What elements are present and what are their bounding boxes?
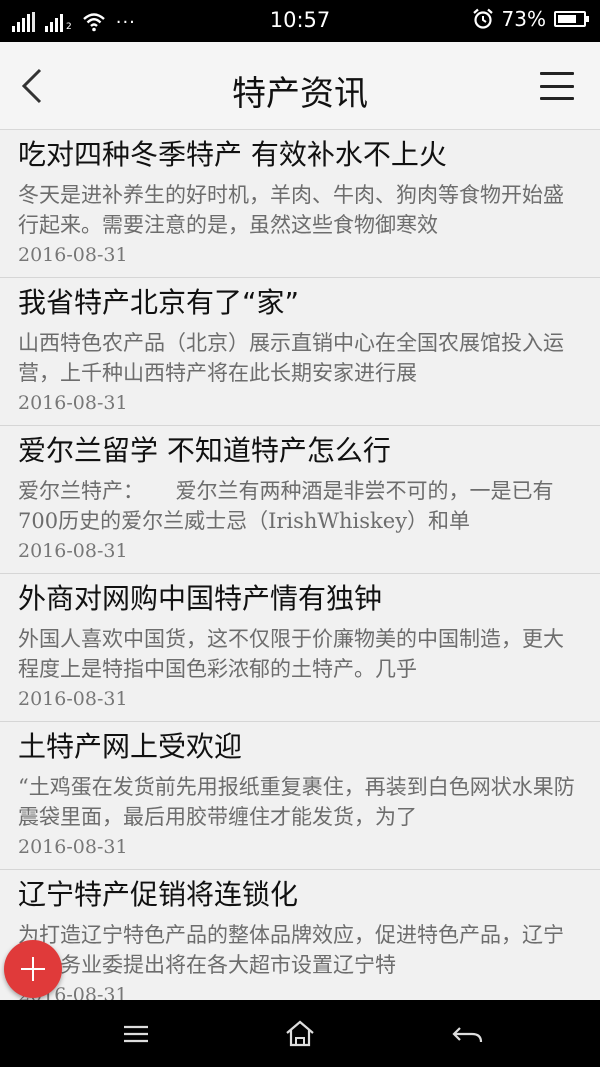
article-list[interactable]: 吃对四种冬季特产 有效补水不上火 冬天是进补养生的好时机，羊肉、牛肉、狗肉等食物… (0, 130, 600, 1000)
add-button[interactable] (4, 940, 62, 998)
list-item[interactable]: 土特产网上受欢迎 “土鸡蛋在发货前先用报纸重复裹住，再装到白色网状水果防震袋里面… (0, 722, 600, 870)
article-title: 爱尔兰留学 不知道特产怎么行 (18, 434, 391, 467)
recent-apps-icon[interactable] (116, 1018, 156, 1050)
hamburger-menu-icon[interactable] (540, 72, 574, 100)
list-item[interactable]: 吃对四种冬季特产 有效补水不上火 冬天是进补养生的好时机，羊肉、牛肉、狗肉等食物… (0, 130, 600, 278)
article-summary: 爱尔兰特产： 爱尔兰有两种酒是非尝不可的，一是已有700历史的爱尔兰威士忌（Ir… (18, 479, 554, 533)
article-title: 吃对四种冬季特产 有效补水不上火 (18, 138, 447, 171)
article-summary: 为打造辽宁特色产品的整体品牌效应，促进特色产品，辽宁省服务业委提出将在各大超市设… (18, 923, 564, 977)
article-title: 外商对网购中国特产情有独钟 (18, 582, 383, 615)
article-date: 2016-08-31 (18, 836, 128, 858)
battery-icon (554, 11, 589, 27)
page-title: 特产资讯 (232, 74, 368, 114)
list-item[interactable]: 辽宁特产促销将连锁化 为打造辽宁特色产品的整体品牌效应，促进特色产品，辽宁省服务… (0, 870, 600, 1000)
system-nav-bar (0, 1000, 600, 1067)
article-date: 2016-08-31 (18, 540, 128, 562)
back-arrow-icon[interactable] (448, 1018, 488, 1050)
article-title: 辽宁特产促销将连锁化 (18, 878, 299, 911)
list-item[interactable]: 我省特产北京有了“家” 山西特色农产品（北京）展示直销中心在全国农展馆投入运营，… (0, 278, 600, 426)
article-date: 2016-08-31 (18, 392, 128, 414)
article-summary: 山西特色农产品（北京）展示直销中心在全国农展馆投入运营，上千种山西特产将在此长期… (18, 331, 564, 385)
status-bar: 2 ··· 10:57 73% (0, 0, 600, 42)
article-date: 2016-08-31 (18, 984, 128, 1000)
article-date: 2016-08-31 (18, 688, 128, 710)
alarm-icon (472, 8, 493, 29)
app-header: 特产资讯 (0, 42, 600, 130)
article-date: 2016-08-31 (18, 244, 128, 266)
status-right-group: 73% (472, 7, 589, 31)
list-item[interactable]: 爱尔兰留学 不知道特产怎么行 爱尔兰特产： 爱尔兰有两种酒是非尝不可的，一是已有… (0, 426, 600, 574)
battery-level (558, 15, 576, 23)
home-icon[interactable] (280, 1018, 320, 1050)
article-summary: 冬天是进补养生的好时机，羊肉、牛肉、狗肉等食物开始盛行起来。需要注意的是，虽然这… (18, 183, 564, 237)
article-summary: “土鸡蛋在发货前先用报纸重复裹住，再装到白色网状水果防震袋里面，最后用胶带缠住才… (18, 775, 575, 829)
battery-percent: 73% (501, 7, 546, 31)
article-title: 我省特产北京有了“家” (18, 286, 300, 319)
article-summary: 外国人喜欢中国货，这不仅限于价廉物美的中国制造，更大程度上是特指中国色彩浓郁的土… (18, 627, 564, 681)
list-item[interactable]: 外商对网购中国特产情有独钟 外国人喜欢中国货，这不仅限于价廉物美的中国制造，更大… (0, 574, 600, 722)
article-title: 土特产网上受欢迎 (18, 730, 243, 763)
